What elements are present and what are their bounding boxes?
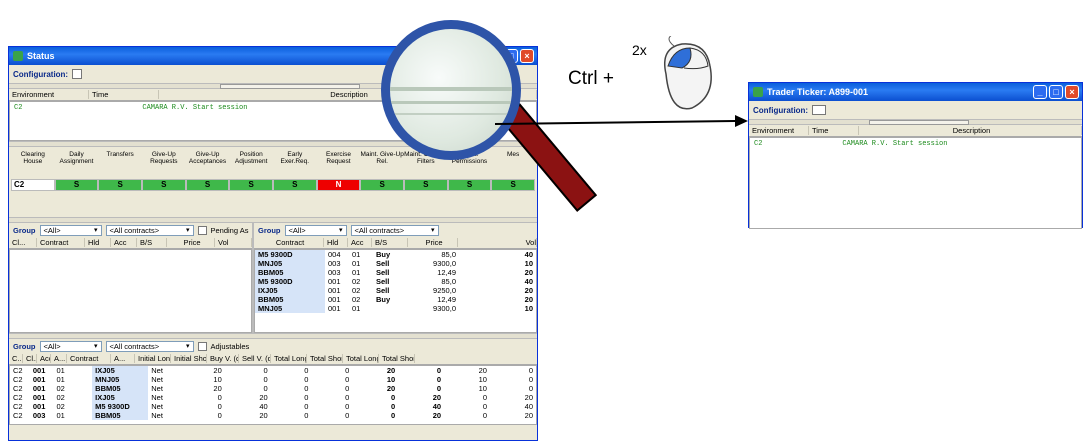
log-env: C2 (754, 140, 763, 148)
splitter[interactable] (749, 119, 1082, 125)
ticker-log: C2 CAMARA R.V. Start session (749, 137, 1082, 229)
configuration-bar: Configuration: (749, 101, 1082, 119)
configuration-label: Configuration: (753, 105, 809, 115)
arrow-head-icon (735, 115, 748, 127)
click-count-label: 2x (632, 42, 647, 58)
window-title: Trader Ticker: A899-001 (767, 87, 869, 97)
col-time[interactable]: Time (809, 126, 859, 135)
close-icon[interactable]: × (1065, 85, 1079, 99)
mouse-icon (664, 36, 712, 110)
ticker-header: Environment Time Description (749, 125, 1082, 137)
app-icon (753, 87, 763, 97)
ticker-titlebar[interactable]: Trader Ticker: A899-001 _ □ × (749, 83, 1082, 101)
configuration-button[interactable] (812, 105, 827, 115)
col-description[interactable]: Description (859, 126, 1082, 135)
log-text: CAMARA R.V. Start session (842, 140, 948, 148)
pointer-arrow (494, 120, 736, 125)
maximize-icon[interactable]: □ (1049, 85, 1063, 99)
minimize-icon[interactable]: _ (1033, 85, 1047, 99)
col-environment[interactable]: Environment (749, 126, 809, 135)
shortcut-label: Ctrl + (568, 68, 614, 89)
ticker-window: Trader Ticker: A899-001 _ □ × Configurat… (748, 82, 1083, 229)
